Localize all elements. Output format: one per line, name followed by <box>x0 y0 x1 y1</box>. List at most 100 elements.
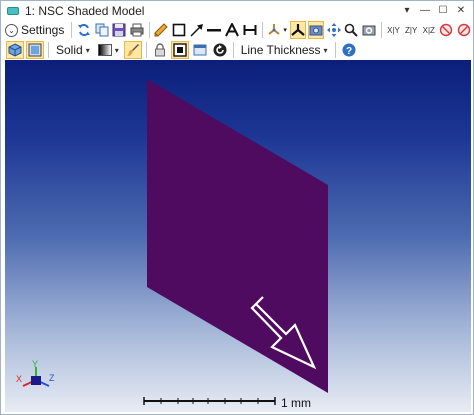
title-bar: 1: NSC Shaded Model ▾ — ☐ ✕ <box>1 1 473 20</box>
triad-y-label: Y <box>32 359 38 369</box>
no-rotate-icon <box>440 23 453 37</box>
lock-button[interactable] <box>151 41 169 59</box>
print-button[interactable] <box>129 21 145 39</box>
copy-icon <box>95 23 109 37</box>
line-thickness-label: Line Thickness <box>240 43 321 57</box>
window-title: 1: NSC Shaded Model <box>25 3 145 18</box>
toolbar-separator <box>71 22 73 38</box>
gradient-swatch-icon <box>97 44 112 56</box>
caret-down-icon: ▾ <box>114 45 119 55</box>
rotate-axes-icon <box>268 24 280 35</box>
dimension-tool-button[interactable] <box>242 21 258 39</box>
cube-icon <box>8 43 22 57</box>
toolbar-separator <box>145 42 147 58</box>
toolbar-separator <box>261 22 263 38</box>
solid-dropdown[interactable]: Solid ▾ <box>56 43 90 57</box>
line-tool-button[interactable] <box>207 21 223 39</box>
window-layout-button[interactable] <box>191 41 209 59</box>
svg-text:?: ? <box>346 46 352 57</box>
copy-button[interactable] <box>94 21 110 39</box>
dimension-icon <box>243 25 257 35</box>
reset-view-icon <box>362 25 376 36</box>
chevron-down-icon: ⌄ <box>5 23 18 37</box>
scale-bar <box>143 397 276 405</box>
settings-button[interactable]: ⌄ Settings <box>5 23 64 37</box>
view-xz-label: X|Z <box>422 25 435 35</box>
toolbar-separator <box>232 42 234 58</box>
text-tool-button[interactable] <box>224 21 240 39</box>
magnifier-icon <box>345 23 359 37</box>
toolbar-secondary: Solid ▾ ▾ Line Thickness ▾ ? <box>1 40 473 60</box>
brush-button[interactable] <box>123 41 142 59</box>
reset-orientation-button[interactable] <box>439 21 455 39</box>
view-zy-label: Z|Y <box>405 25 418 35</box>
object-face[interactable] <box>147 79 328 393</box>
view-xy-label: X|Y <box>387 25 400 35</box>
print-icon <box>130 23 144 37</box>
caret-down-icon: ▾ <box>323 45 328 55</box>
close-button[interactable]: ✕ <box>453 3 469 18</box>
maximize-button[interactable]: ☐ <box>435 3 451 18</box>
camera-icon <box>309 25 323 36</box>
no-rotate-alt-icon <box>457 23 471 37</box>
refresh-button[interactable] <box>76 21 92 39</box>
arrow-tool-button[interactable] <box>189 21 205 39</box>
axis-triad: Y X Z <box>16 359 55 387</box>
app-icon <box>7 6 19 15</box>
axes-view-button[interactable] <box>289 21 306 39</box>
pencil-button[interactable] <box>154 21 170 39</box>
nsc-shaded-model-window: 1: NSC Shaded Model ▾ — ☐ ✕ ⌄ Settings ▾… <box>0 0 474 415</box>
camera-view-button[interactable] <box>307 21 324 39</box>
pan-icon <box>326 23 341 37</box>
caret-down-icon[interactable]: ▾ <box>283 26 287 34</box>
auto-update-button[interactable] <box>211 41 229 59</box>
color-gradient-dropdown[interactable]: ▾ <box>97 44 119 56</box>
caret-down-icon: ▾ <box>85 45 90 55</box>
text-a-icon <box>225 23 239 37</box>
brush-icon <box>126 44 139 56</box>
solid-dropdown-label: Solid <box>56 43 83 57</box>
view-xy-button[interactable]: X|Y <box>386 21 402 39</box>
scene-canvas: Y X Z <box>16 79 328 405</box>
rectangle-icon <box>172 23 186 37</box>
toolbar-separator <box>380 22 382 38</box>
auto-update-icon <box>213 43 227 57</box>
toolbar-separator <box>148 22 150 38</box>
rotate-view-button[interactable] <box>266 21 282 39</box>
shaded-model-viewport[interactable]: Y X Z 1 mm <box>5 60 471 412</box>
minimize-button[interactable]: — <box>417 3 433 18</box>
settings-label: Settings <box>21 23 65 37</box>
arrow-icon <box>190 24 203 37</box>
toolbar-separator <box>334 42 336 58</box>
help-icon: ? <box>342 43 356 57</box>
save-icon <box>112 23 126 37</box>
pan-button[interactable] <box>326 21 342 39</box>
line-thickness-dropdown[interactable]: Line Thickness ▾ <box>241 43 328 57</box>
axes-icon <box>291 24 305 36</box>
rectangle-button[interactable] <box>171 21 187 39</box>
lock-icon <box>154 43 165 57</box>
panel-icon <box>28 43 42 57</box>
fit-view-button[interactable] <box>170 41 189 59</box>
model-view-button[interactable] <box>6 41 24 59</box>
help-button[interactable]: ? <box>340 41 358 59</box>
line-icon <box>207 29 222 32</box>
toolbar-separator <box>48 42 49 58</box>
fit-view-icon <box>173 43 187 57</box>
window-controls: ▾ — ☐ ✕ <box>399 3 469 18</box>
refresh-icon <box>78 24 91 36</box>
triad-x-label: X <box>16 374 22 384</box>
reset-view-button[interactable] <box>361 21 377 39</box>
view-xz-button[interactable]: X|Z <box>421 21 437 39</box>
view-zy-button[interactable]: Z|Y <box>403 21 419 39</box>
toolbar-primary: ⌄ Settings ▾ X|Y Z|Y X|Z <box>1 20 473 40</box>
window-menu-button[interactable]: ▾ <box>399 3 415 18</box>
pencil-icon <box>154 23 169 37</box>
layout-view-button[interactable] <box>26 41 44 59</box>
scale-bar-label: 1 mm <box>281 396 311 410</box>
clear-button[interactable] <box>456 21 472 39</box>
save-button[interactable] <box>112 21 128 39</box>
zoom-button[interactable] <box>344 21 360 39</box>
window-layout-icon <box>193 44 207 56</box>
triad-z-label: Z <box>49 373 55 383</box>
